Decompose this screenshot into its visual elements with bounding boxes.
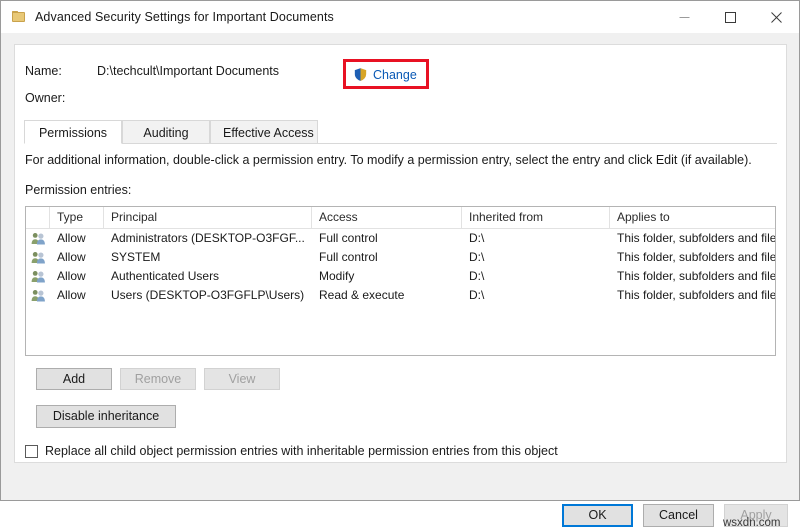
table-row[interactable]: Allow Users (DESKTOP-O3FGFLP\Users) Read… <box>26 286 775 305</box>
close-icon[interactable] <box>753 1 799 33</box>
tab-auditing[interactable]: Auditing <box>122 120 210 144</box>
users-group-icon <box>26 289 50 302</box>
ok-button[interactable]: OK <box>562 504 633 527</box>
tab-effective-access[interactable]: Effective Access <box>210 120 318 144</box>
cell-applies-to: This folder, subfolders and files <box>610 248 775 267</box>
cell-principal: Administrators (DESKTOP-O3FGF... <box>104 229 312 248</box>
column-header-type[interactable]: Type <box>50 207 104 228</box>
cell-type: Allow <box>50 267 104 286</box>
tab-permissions-label: Permissions <box>39 126 107 140</box>
cell-applies-to: This folder, subfolders and files <box>610 286 775 305</box>
cancel-button[interactable]: Cancel <box>643 504 714 527</box>
replace-child-permissions-row[interactable]: Replace all child object permission entr… <box>25 444 558 458</box>
cell-inherited-from: D:\ <box>462 248 610 267</box>
folder-icon <box>12 11 26 23</box>
change-owner-label: Change <box>373 68 417 82</box>
column-header-applies-to[interactable]: Applies to <box>610 207 775 228</box>
cell-access: Full control <box>312 248 462 267</box>
column-header-access[interactable]: Access <box>312 207 462 228</box>
cell-type: Allow <box>50 286 104 305</box>
cell-principal: Authenticated Users <box>104 267 312 286</box>
tab-strip: Permissions Auditing Effective Access <box>24 120 777 144</box>
change-owner-link[interactable]: Change <box>353 67 417 82</box>
remove-button[interactable]: Remove <box>120 368 196 390</box>
ok-button-label: OK <box>588 508 606 522</box>
view-button[interactable]: View <box>204 368 280 390</box>
cell-applies-to: This folder, subfolders and files <box>610 267 775 286</box>
name-value: D:\techcult\Important Documents <box>97 64 279 78</box>
advanced-security-settings-dialog: Advanced Security Settings for Important… <box>0 0 800 501</box>
disable-inheritance-label: Disable inheritance <box>53 409 159 423</box>
remove-button-label: Remove <box>135 372 182 386</box>
cell-access: Full control <box>312 229 462 248</box>
disable-inheritance-button[interactable]: Disable inheritance <box>36 405 176 428</box>
column-header-principal[interactable]: Principal <box>104 207 312 228</box>
cell-applies-to: This folder, subfolders and files <box>610 229 775 248</box>
watermark: wsxdn.com <box>723 517 781 529</box>
object-info-block: Name: D:\techcult\Important Documents Ow… <box>25 57 776 111</box>
tab-permissions[interactable]: Permissions <box>24 120 122 144</box>
tab-effective-access-label: Effective Access <box>223 126 314 140</box>
name-label: Name: <box>25 64 97 78</box>
owner-label: Owner: <box>25 91 97 105</box>
add-button[interactable]: Add <box>36 368 112 390</box>
listview-header-row: Type Principal Access Inherited from App… <box>26 207 775 229</box>
caption-button-group <box>661 1 799 33</box>
cell-type: Allow <box>50 229 104 248</box>
title-bar[interactable]: Advanced Security Settings for Important… <box>1 1 799 33</box>
cell-inherited-from: D:\ <box>462 229 610 248</box>
column-header-inherited-from[interactable]: Inherited from <box>462 207 610 228</box>
permission-entries-label: Permission entries: <box>25 183 131 197</box>
content-panel: Name: D:\techcult\Important Documents Ow… <box>14 44 787 463</box>
dialog-client-area: Name: D:\techcult\Important Documents Ow… <box>1 33 799 500</box>
permission-entries-listview[interactable]: Type Principal Access Inherited from App… <box>25 206 776 356</box>
users-group-icon <box>26 232 50 245</box>
replace-child-permissions-checkbox[interactable] <box>25 445 38 458</box>
tab-underline <box>24 143 777 144</box>
cancel-button-label: Cancel <box>659 508 698 522</box>
users-group-icon <box>26 270 50 283</box>
users-group-icon <box>26 251 50 264</box>
minimize-icon[interactable] <box>661 1 707 33</box>
table-row[interactable]: Allow Administrators (DESKTOP-O3FGF... F… <box>26 229 775 248</box>
table-row[interactable]: Allow SYSTEM Full control D:\ This folde… <box>26 248 775 267</box>
hint-text: For additional information, double-click… <box>25 153 752 167</box>
cell-type: Allow <box>50 248 104 267</box>
cell-inherited-from: D:\ <box>462 286 610 305</box>
cell-inherited-from: D:\ <box>462 267 610 286</box>
table-row[interactable]: Allow Authenticated Users Modify D:\ Thi… <box>26 267 775 286</box>
add-button-label: Add <box>63 372 85 386</box>
cell-access: Modify <box>312 267 462 286</box>
window-title: Advanced Security Settings for Important… <box>35 10 334 24</box>
tab-auditing-label: Auditing <box>143 126 188 140</box>
maximize-icon[interactable] <box>707 1 753 33</box>
cell-access: Read & execute <box>312 286 462 305</box>
view-button-label: View <box>229 372 256 386</box>
replace-child-permissions-label: Replace all child object permission entr… <box>45 444 558 458</box>
uac-shield-icon <box>353 67 368 82</box>
cell-principal: SYSTEM <box>104 248 312 267</box>
cell-principal: Users (DESKTOP-O3FGFLP\Users) <box>104 286 312 305</box>
column-header-icon[interactable] <box>26 207 50 228</box>
